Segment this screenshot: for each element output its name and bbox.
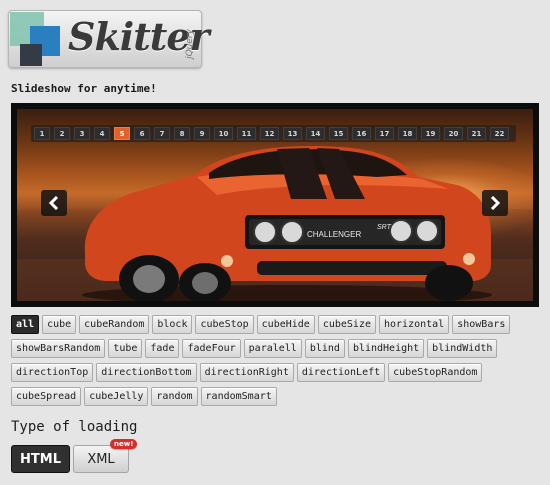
next-slide-button[interactable] (482, 190, 508, 216)
slide-page-button[interactable]: 14 (306, 127, 325, 140)
car-badge-challenger: CHALLENGER (307, 230, 361, 239)
slide-page-button[interactable]: 16 (352, 127, 371, 140)
effect-button[interactable]: directionBottom (96, 363, 197, 382)
effect-button[interactable]: paralell (243, 339, 302, 358)
chevron-left-icon (48, 196, 59, 210)
effect-button[interactable]: cubeSize (317, 315, 376, 334)
effect-button[interactable]: cube (42, 315, 77, 334)
slide-page-button[interactable]: 21 (467, 127, 486, 140)
effect-button[interactable]: tube (108, 339, 143, 358)
slide-page-button[interactable]: 8 (174, 127, 190, 140)
effect-button[interactable]: cubeRandom (79, 315, 150, 334)
html-loading-button[interactable]: HTML (11, 445, 70, 473)
logo-square-dark (20, 44, 42, 66)
slide-page-button[interactable]: 10 (214, 127, 233, 140)
slide-image[interactable]: CHALLENGER SRT 1 2 3 4 5 6 7 8 9 10 11 12 13 14 15 16 17… (17, 109, 533, 301)
effect-button[interactable]: showBars (452, 315, 511, 334)
tagline: Slideshow for anytime! (11, 82, 157, 95)
effect-button[interactable]: blindWidth (427, 339, 498, 358)
effect-button[interactable]: fade (145, 339, 180, 358)
chevron-right-icon (490, 196, 501, 210)
prev-slide-button[interactable] (41, 190, 67, 216)
logo-jquery-text: jQuery (185, 29, 195, 59)
car-badge-srt: SRT (377, 224, 392, 231)
effect-button[interactable]: random (151, 387, 198, 406)
slide-page-button[interactable]: 22 (490, 127, 509, 140)
effect-button[interactable]: showBarsRandom (11, 339, 106, 358)
effect-button[interactable]: cubeStop (195, 315, 254, 334)
effect-button[interactable]: cubeHide (256, 315, 315, 334)
slide-page-button[interactable]: 20 (444, 127, 463, 140)
effect-button[interactable]: blindHeight (347, 339, 425, 358)
slide-page-button[interactable]: 12 (260, 127, 279, 140)
skitter-logo: Skitter jQuery (8, 10, 210, 70)
slide-page-button[interactable]: 1 (34, 127, 50, 140)
slide-page-button[interactable]: 9 (194, 127, 210, 140)
slide-page-button[interactable]: 2 (54, 127, 70, 140)
effect-button[interactable]: blind (304, 339, 345, 358)
effect-button[interactable]: all (11, 315, 40, 334)
slide-page-button[interactable]: 6 (134, 127, 150, 140)
slide-page-button[interactable]: 3 (74, 127, 90, 140)
slide-page-button[interactable]: 7 (154, 127, 170, 140)
effect-button[interactable]: cubeSpread (11, 387, 82, 406)
slide-page-button[interactable]: 17 (375, 127, 394, 140)
slide-page-button[interactable]: 19 (421, 127, 440, 140)
xml-loading-button[interactable]: XML (73, 445, 129, 473)
slide-page-button[interactable]: 18 (398, 127, 417, 140)
slide-page-button[interactable]: 11 (237, 127, 256, 140)
slide-page-button[interactable]: 13 (283, 127, 302, 140)
slideshow: CHALLENGER SRT 1 2 3 4 5 6 7 8 9 10 11 12 13 14 15 16 17… (11, 103, 539, 307)
slide-page-button[interactable]: 5 (114, 127, 130, 140)
effect-button[interactable]: fadeFour (182, 339, 241, 358)
slide-page-button[interactable]: 15 (329, 127, 348, 140)
loading-type-title: Type of loading (11, 419, 138, 435)
effect-button[interactable]: directionLeft (296, 363, 386, 382)
effect-button[interactable]: horizontal (379, 315, 450, 334)
effect-button[interactable]: cubeJelly (84, 387, 149, 406)
effect-button-list: all cube cubeRandom block cubeStop cubeHide cu… (11, 315, 541, 411)
car-image: CHALLENGER SRT (82, 146, 492, 301)
effect-button[interactable]: directionRight (199, 363, 294, 382)
slide-pager: 1 2 3 4 5 6 7 8 9 10 11 12 13 14 15 16 17 18 19 20 21 22 (31, 125, 516, 142)
effect-button[interactable]: cubeStopRandom (388, 363, 483, 382)
new-badge: new! (110, 439, 138, 449)
effect-button[interactable]: block (152, 315, 193, 334)
effect-button[interactable]: directionTop (11, 363, 94, 382)
slide-page-button[interactable]: 4 (94, 127, 110, 140)
effect-button[interactable]: randomSmart (200, 387, 277, 406)
